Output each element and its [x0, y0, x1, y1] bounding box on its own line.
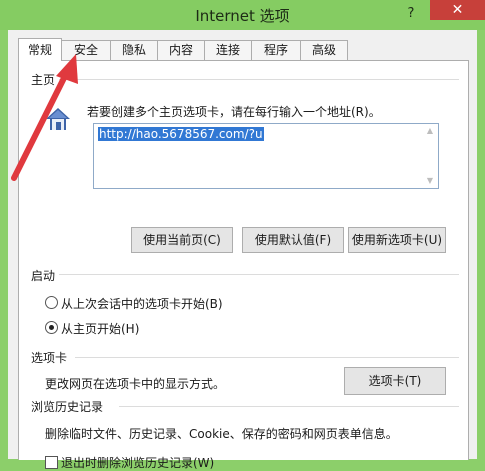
annotation-arrow-icon — [11, 54, 78, 181]
tab-general[interactable]: 常规 — [18, 38, 62, 61]
